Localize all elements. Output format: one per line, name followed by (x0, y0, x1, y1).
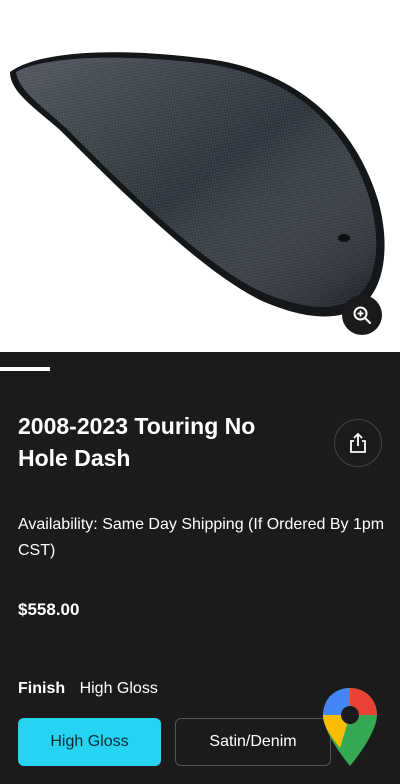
finish-option-satin-denim[interactable]: Satin/Denim (175, 718, 331, 766)
share-icon (350, 432, 366, 453)
zoom-button[interactable] (342, 295, 382, 335)
product-image-gallery[interactable] (0, 0, 400, 352)
finish-selected-value: High Gloss (79, 680, 158, 697)
google-maps-pin-icon[interactable] (320, 686, 380, 770)
finish-label: Finish (18, 680, 66, 697)
availability-text: Availability: Same Day Shipping (If Orde… (18, 516, 385, 559)
finish-option-high-gloss[interactable]: High Gloss (18, 718, 161, 766)
finish-selector-label: Finish High Gloss (18, 680, 158, 698)
product-image (10, 52, 385, 317)
share-button[interactable] (334, 419, 382, 467)
product-price: $558.00 (18, 600, 80, 619)
gallery-progress (0, 367, 400, 371)
zoom-in-icon (353, 306, 372, 325)
gallery-progress-fill (0, 367, 50, 371)
product-title: 2008-2023 Touring No Hole Dash (18, 413, 256, 471)
